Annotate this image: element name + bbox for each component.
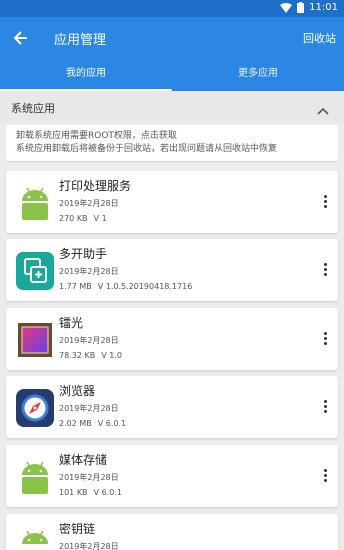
- app-version: V 6.0.1: [97, 419, 127, 428]
- app-date: 2019年2月28日: [59, 404, 119, 413]
- notice-line-1: 卸载系统应用需要ROOT权限，点击获取: [16, 131, 177, 141]
- android-icon: [16, 184, 54, 222]
- app-meta: 78.32 KB V 1.0: [59, 351, 128, 360]
- wifi-icon: [280, 2, 293, 13]
- status-icons: 11:01: [280, 2, 338, 13]
- page-title: 应用管理: [54, 33, 107, 48]
- app-size: 1.77 MB: [59, 282, 92, 291]
- app-name: 打印处理服务: [59, 179, 132, 193]
- app-date: 2019年2月28日: [59, 542, 119, 550]
- app-version: V 1.0: [101, 351, 122, 360]
- app-size: 78.32 KB: [59, 351, 96, 360]
- app-name: 镭光: [59, 316, 84, 330]
- app-card[interactable]: 多开助手 2019年2月28日 1.77 MB V 1.0.5.20190418.…: [6, 239, 338, 301]
- compass-icon: [16, 389, 54, 427]
- notice-line-2: 系统应用卸载后将被备份于回收站，若出现问题请从回收站中恢复: [16, 144, 278, 154]
- app-card[interactable]: 媒体存储 2019年2月28日 101 KB V 6.0.1: [6, 445, 338, 507]
- more-vert-icon[interactable]: [322, 195, 328, 211]
- status-bar: 11:01: [0, 0, 344, 17]
- app-name: 密钥链: [59, 522, 96, 536]
- tab-my-apps[interactable]: 我的应用: [0, 59, 172, 91]
- app-meta: 2.02 MB V 6.0.1: [59, 419, 132, 428]
- arrow-left-icon: [13, 31, 27, 45]
- app-date: 2019年2月28日: [59, 473, 119, 482]
- clock-time: 11:01: [309, 2, 338, 13]
- chevron-up-icon[interactable]: [316, 101, 330, 115]
- app-version: V 1: [93, 214, 107, 223]
- tab-bar: 我的应用 更多应用: [0, 59, 344, 91]
- tab-more-apps[interactable]: 更多应用: [172, 59, 344, 91]
- app-size: 101 KB: [59, 488, 88, 497]
- app-version: V 1.0.5.20190418.1716: [97, 282, 193, 291]
- toolbar: 应用管理 回收站: [0, 17, 344, 59]
- root-notice[interactable]: 卸载系统应用需要ROOT权限，点击获取 系统应用卸载后将被备份于回收站，若出现问…: [6, 125, 338, 161]
- app-date: 2019年2月28日: [59, 199, 119, 208]
- app-size: 270 KB: [59, 214, 88, 223]
- section-title: 系统应用: [11, 102, 55, 115]
- app-name: 浏览器: [59, 384, 96, 398]
- multi-open-icon: [16, 252, 54, 290]
- more-vert-icon[interactable]: [322, 469, 328, 485]
- more-vert-icon[interactable]: [322, 332, 328, 348]
- app-name: 多开助手: [59, 247, 108, 261]
- app-date: 2019年2月28日: [59, 267, 119, 276]
- app-meta: 1.77 MB V 1.0.5.20190418.1716: [59, 282, 198, 291]
- battery-icon: [297, 2, 305, 13]
- recycle-bin-button[interactable]: 回收站: [303, 30, 336, 46]
- picture-frame-icon: [16, 321, 54, 359]
- app-date: 2019年2月28日: [59, 336, 119, 345]
- android-icon: [16, 527, 54, 550]
- more-vert-icon[interactable]: [322, 263, 328, 279]
- app-card[interactable]: 镭光 2019年2月28日 78.32 KB V 1.0: [6, 308, 338, 370]
- app-card[interactable]: 密钥链 2019年2月28日: [6, 514, 338, 550]
- app-name: 媒体存储: [59, 453, 108, 467]
- back-button[interactable]: [10, 27, 32, 49]
- app-card[interactable]: 打印处理服务 2019年2月28日 270 KB V 1: [6, 171, 338, 233]
- more-vert-icon[interactable]: [322, 400, 328, 416]
- section-header-system-apps[interactable]: 系统应用: [0, 91, 344, 123]
- app-version: V 6.0.1: [93, 488, 122, 497]
- app-size: 2.02 MB: [59, 419, 92, 428]
- app-meta: 101 KB V 6.0.1: [59, 488, 128, 497]
- app-card[interactable]: 浏览器 2019年2月28日 2.02 MB V 6.0.1: [6, 376, 338, 438]
- android-icon: [16, 458, 54, 496]
- app-meta: 270 KB V 1: [59, 214, 113, 223]
